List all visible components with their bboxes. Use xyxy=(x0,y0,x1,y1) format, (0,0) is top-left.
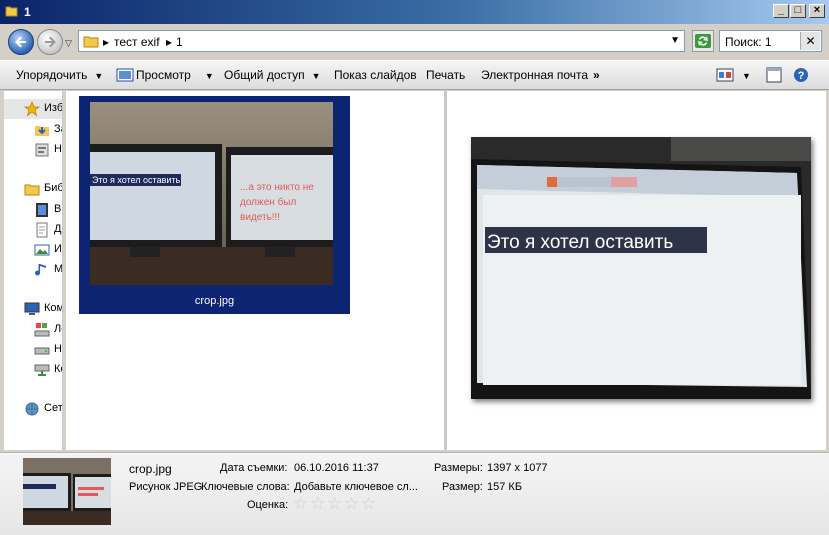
breadcrumb-separator-icon[interactable]: ▸ xyxy=(166,35,172,49)
command-bar: Упорядочить ▼ Просмотр ▼ Общий доступ ▼ Пок… xyxy=(0,60,829,90)
forward-button[interactable] xyxy=(37,29,63,55)
music-icon xyxy=(35,264,46,276)
address-row: ▽ ▸ тест exif ▸ 1 ▼ Поиск: 1 ✕ xyxy=(0,24,829,60)
address-dropdown-icon[interactable]: ▼ xyxy=(670,35,680,46)
chevron-down-icon: ▼ xyxy=(204,71,214,81)
close-button[interactable]: × xyxy=(809,4,825,18)
breadcrumb-item[interactable]: 1 xyxy=(176,35,183,49)
arrow-right-icon xyxy=(45,36,56,48)
system-drive-icon xyxy=(34,323,50,337)
rating-star-icon[interactable]: ☆ xyxy=(361,494,376,514)
address-bar[interactable]: ▸ тест exif ▸ 1 ▼ xyxy=(78,30,685,52)
slideshow-button[interactable]: Показ слайдов xyxy=(334,68,417,82)
preview-caption: Это я хотел оставить xyxy=(487,232,673,253)
date-taken-label: Дата съемки: xyxy=(220,462,288,474)
size-value: 157 КБ xyxy=(487,481,523,493)
rating-star-icon[interactable]: ☆ xyxy=(327,494,342,514)
print-button[interactable]: Печать xyxy=(426,68,465,82)
rating-star-icon[interactable]: ☆ xyxy=(344,494,359,514)
file-name: crop.jpg xyxy=(194,295,235,307)
search-value: Поиск: 1 xyxy=(725,35,772,49)
file-list: Это я хотел оставить ...а это никто не д… xyxy=(66,91,444,450)
folder-icon xyxy=(83,36,99,48)
rating-star-icon[interactable]: ☆ xyxy=(310,494,325,514)
keywords-label: Ключевые слова: xyxy=(201,481,290,493)
libraries-icon xyxy=(24,184,40,196)
view-options-dropdown-icon[interactable]: ▼ xyxy=(742,71,751,81)
details-thumbnail xyxy=(23,458,111,525)
file-type: Рисунок JPEG xyxy=(129,481,203,493)
thumb-caption-right-3: видеть!!! xyxy=(240,212,280,223)
preview-icon xyxy=(116,68,134,82)
rating-star-icon[interactable]: ☆ xyxy=(293,494,308,514)
computer-icon xyxy=(24,302,40,315)
photo-screen-icon: Это я хотел оставить xyxy=(471,137,811,399)
size-label: Размер: xyxy=(442,481,483,493)
photo-monitors-icon: Это я хотел оставить ...а это никто не д… xyxy=(90,102,333,285)
preview-image: Это я хотел оставить xyxy=(471,137,811,399)
downloads-folder-icon xyxy=(35,126,49,136)
search-clear-button[interactable]: ✕ xyxy=(800,32,820,50)
thumb-caption-right-2: должен был xyxy=(240,196,296,208)
arrow-left-icon xyxy=(15,36,26,48)
refresh-button[interactable] xyxy=(692,30,714,52)
refresh-icon xyxy=(695,34,711,48)
preview-pane-toggle-icon[interactable] xyxy=(766,67,782,83)
thumb-caption-left: Это я хотел оставить xyxy=(92,175,181,185)
svg-text:?: ? xyxy=(798,70,805,82)
share-button[interactable]: Общий доступ ▼ xyxy=(224,68,321,82)
dimensions-value: 1397 x 1077 xyxy=(487,462,548,474)
drive-icon xyxy=(34,347,50,355)
chevron-down-icon: ▼ xyxy=(311,71,321,81)
date-taken-value[interactable]: 06.10.2016 11:37 xyxy=(294,462,379,474)
breadcrumb-item[interactable]: тест exif xyxy=(114,35,160,49)
history-dropdown-icon[interactable]: ▽ xyxy=(65,38,72,49)
window-title: 1 xyxy=(24,5,31,19)
details-filename: crop.jpg xyxy=(129,462,172,476)
file-thumbnail: Это я хотел оставить ...а это никто не д… xyxy=(90,102,333,285)
more-commands-button[interactable]: » xyxy=(593,68,600,82)
email-button[interactable]: Электронная почта xyxy=(481,68,588,82)
keywords-input[interactable]: Добавьте ключевое сл... xyxy=(294,481,418,493)
documents-icon xyxy=(36,222,48,238)
minimize-button[interactable]: _ xyxy=(773,4,789,18)
rating-label: Оценка: xyxy=(247,499,289,511)
chevron-down-icon: ▼ xyxy=(94,71,104,81)
images-icon xyxy=(34,244,50,256)
navigation-pane: Избранное Загрузки Недавние места Библио… xyxy=(4,91,63,450)
maximize-button[interactable]: □ xyxy=(790,4,806,18)
preview-pane: Это я хотел оставить xyxy=(447,91,826,450)
change-view-icon[interactable] xyxy=(716,67,734,83)
network-drive-icon xyxy=(34,364,50,376)
organize-button[interactable]: Упорядочить ▼ xyxy=(16,68,103,82)
thumb-caption-right-1: ...а это никто не xyxy=(240,182,314,193)
details-pane: crop.jpg Дата съемки: 06.10.2016 11:37 Р… xyxy=(0,452,829,535)
view-button[interactable]: Просмотр ▼ xyxy=(136,68,214,82)
photo-thumbnail-icon xyxy=(23,458,111,525)
help-icon[interactable]: ? xyxy=(793,67,809,83)
video-icon xyxy=(36,203,48,217)
file-item-selected[interactable]: Это я хотел оставить ...а это никто не д… xyxy=(79,96,350,314)
close-icon: ✕ xyxy=(805,34,816,48)
nav-favorites[interactable]: Избранное xyxy=(4,99,62,119)
dimensions-label: Размеры: xyxy=(434,462,483,474)
star-icon xyxy=(24,101,40,117)
recent-places-icon xyxy=(35,143,49,157)
search-input[interactable]: Поиск: 1 ✕ xyxy=(719,30,822,52)
folder-icon xyxy=(5,6,18,17)
network-icon xyxy=(25,402,39,416)
back-button[interactable] xyxy=(8,29,34,55)
title-bar: 1 _ □ × xyxy=(0,0,829,24)
breadcrumb-separator-icon[interactable]: ▸ xyxy=(103,35,109,49)
